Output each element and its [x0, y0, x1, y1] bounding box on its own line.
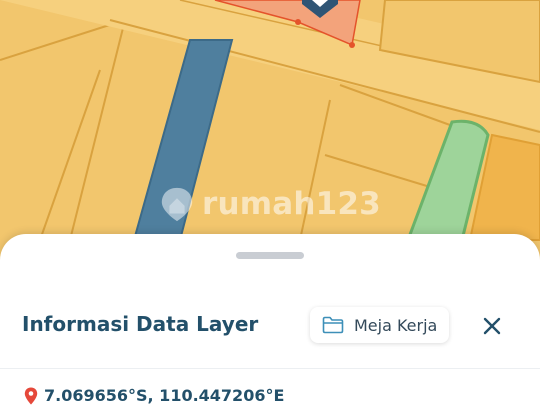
map-pin-icon — [24, 387, 38, 404]
watermark: rumah123 — [158, 185, 381, 223]
divider — [0, 368, 540, 369]
close-button[interactable] — [476, 310, 508, 342]
drag-handle[interactable] — [236, 252, 304, 259]
rumah123-logo-icon — [161, 187, 193, 222]
sheet-title: Informasi Data Layer — [22, 312, 259, 336]
close-icon — [483, 317, 501, 335]
watermark-text: rumah123 — [202, 186, 381, 222]
bottom-sheet: Informasi Data Layer Meja Kerja 7.069656… — [0, 234, 540, 420]
folder-icon — [322, 316, 344, 334]
coordinates-row: 7.069656°S, 110.447206°E — [24, 386, 284, 405]
workspace-button[interactable]: Meja Kerja — [310, 307, 450, 343]
workspace-button-label: Meja Kerja — [354, 315, 438, 335]
coordinates-text: 7.069656°S, 110.447206°E — [44, 386, 285, 405]
